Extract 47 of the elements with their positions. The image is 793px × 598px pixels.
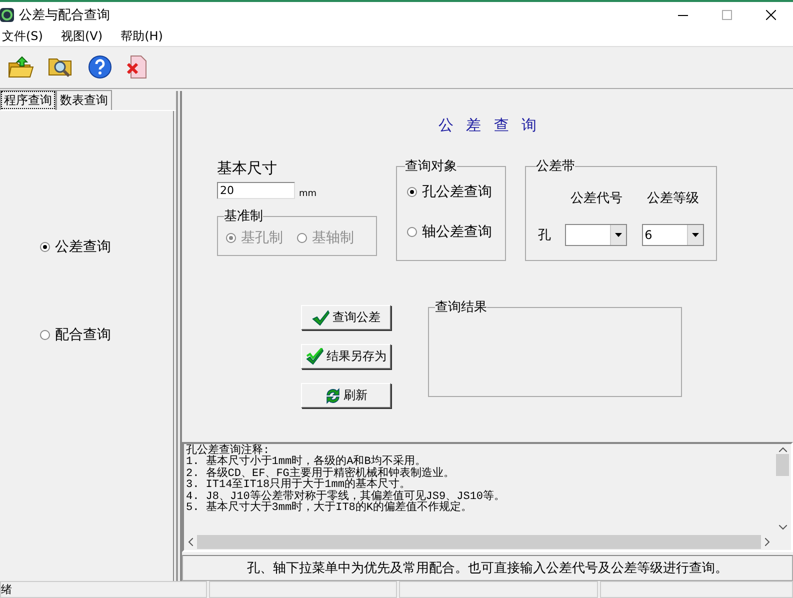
dropdown-arrow-icon: [615, 233, 622, 238]
group-title: 基准制: [224, 208, 263, 226]
menu-item[interactable]: 帮助(H): [118, 28, 165, 46]
radio-option[interactable]: 孔公差查询: [407, 183, 495, 202]
action-button[interactable]: 查询公差: [301, 305, 391, 330]
group-title: 公差带: [536, 158, 575, 176]
close-icon[interactable]: [766, 10, 776, 20]
refresh-icon: [324, 388, 340, 404]
row-label: 孔: [538, 227, 552, 244]
tab[interactable]: 数表查询: [56, 90, 112, 110]
open-folder-icon[interactable]: [8, 55, 34, 80]
group-title: 查询对象: [405, 158, 457, 176]
radio-option[interactable]: 轴公差查询: [407, 223, 495, 242]
window-title: 公差与配合查询: [19, 6, 111, 24]
action-button[interactable]: 刷新: [301, 383, 391, 408]
scroll-left-icon[interactable]: [188, 538, 193, 546]
column-label: 公差等级: [646, 190, 700, 207]
checkmark-icon: [312, 310, 330, 326]
unit-label: mm: [299, 189, 317, 200]
help-icon[interactable]: [88, 55, 112, 80]
scrollbar-thumb[interactable]: [776, 454, 789, 476]
input-field[interactable]: 20: [217, 182, 295, 200]
app-icon: [0, 8, 14, 22]
note-line: 1. 基本尺寸小于1mm时，各级的A和B均不采用。: [186, 457, 426, 468]
scroll-up-icon[interactable]: [778, 446, 786, 452]
menu-item[interactable]: 文件(S): [0, 28, 45, 46]
action-button[interactable]: 结果另存为: [301, 344, 391, 370]
column-label: 公差代号: [569, 190, 624, 207]
scrollbar-thumb[interactable]: [197, 534, 761, 549]
grade-dropdown[interactable]: 6: [642, 224, 704, 246]
field-label: 基本尺寸: [217, 159, 278, 178]
notes-text-area[interactable]: 孔公差查询注释: 1. 基本尺寸小于1mm时，各级的A和B均不采用。 2. 各级CD、EF、FG主要用于精密机械和钟表制造业。 3. IT14至IT18只用于大于1mm的基本尺寸。 4. J8、J10等公差带对称于零线，其偏差值可见JS9、JS10等。 5. 基本尺寸大于3mm时，大于IT8的K的偏差值不作规定。: [182, 442, 793, 552]
note-line: 5. 基本尺寸大于3mm时，大于IT8的K的偏差值不作规定。: [186, 503, 474, 515]
code-dropdown[interactable]: [565, 224, 628, 246]
menu-item[interactable]: 视图(V): [58, 28, 105, 46]
status-text: 绪: [0, 581, 207, 598]
scroll-right-icon[interactable]: [765, 538, 770, 546]
scroll-down-icon[interactable]: [778, 525, 786, 530]
form-title: 公 差 查 询: [438, 116, 537, 136]
group-title: 查询结果: [435, 299, 487, 316]
hint-text: 孔、轴下拉菜单中为优先及常用配合。也可直接输入公差代号及公差等级进行查询。: [182, 555, 793, 582]
double-checkmark-icon: [306, 348, 324, 366]
note-line: 3. IT14至IT18只用于大于1mm的基本尺寸。: [186, 480, 410, 492]
radio-option[interactable]: 公差查询: [40, 238, 173, 256]
tab[interactable]: 程序查询: [0, 90, 56, 110]
dropdown-arrow-icon: [692, 233, 699, 238]
radio-option[interactable]: 配合查询: [40, 326, 173, 344]
